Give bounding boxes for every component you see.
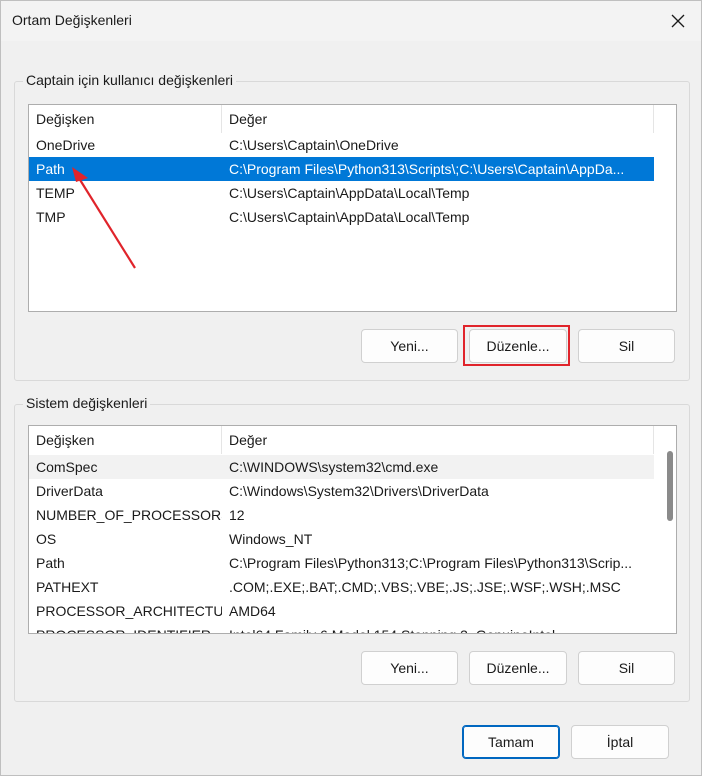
annotation-arrow-icon xyxy=(72,167,136,269)
environment-variables-dialog: Ortam Değişkenleri Captain için kullanıc… xyxy=(0,0,702,776)
